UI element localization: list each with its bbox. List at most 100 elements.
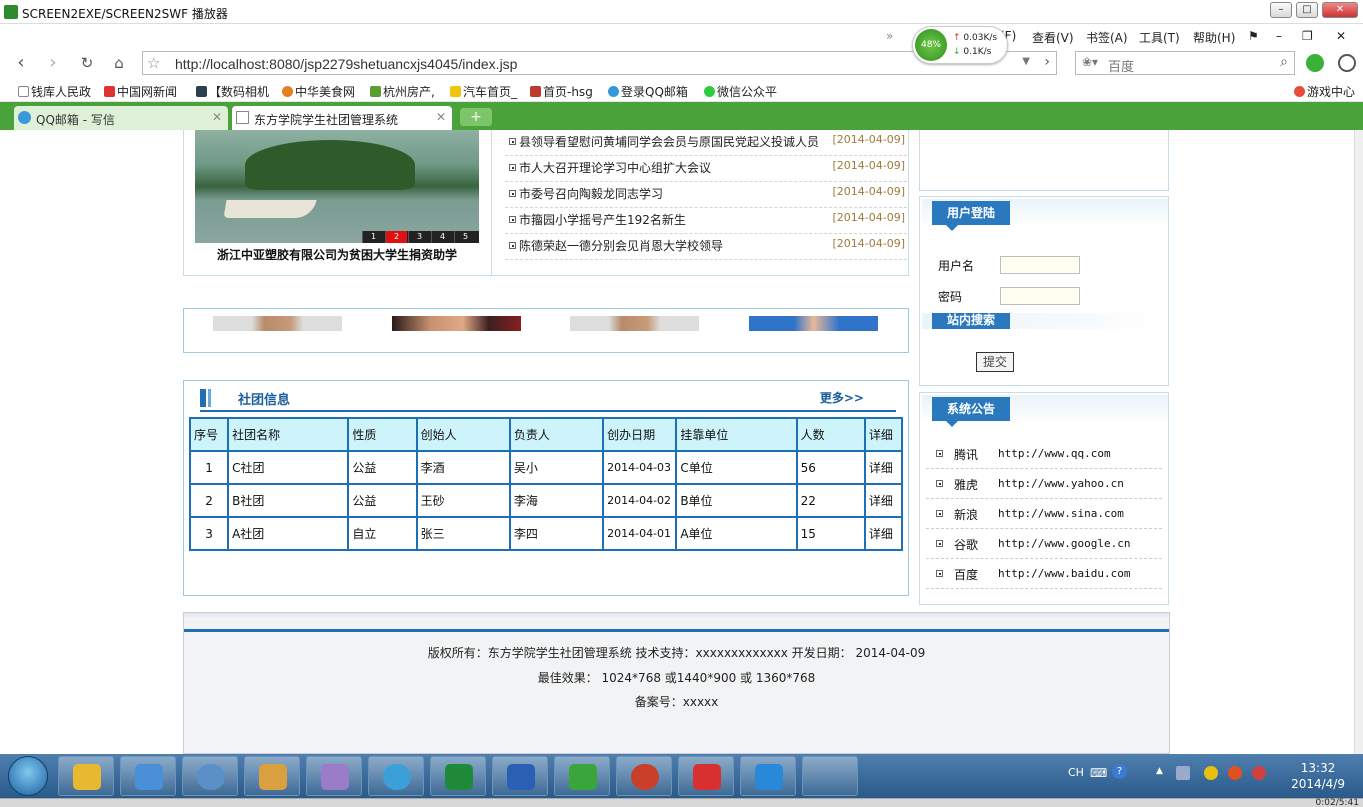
detail-link[interactable]: 详细 — [863, 516, 904, 551]
notice-name[interactable]: 百度 — [954, 566, 978, 583]
go-icon[interactable]: › — [1044, 54, 1050, 70]
taskbar-app[interactable] — [678, 756, 734, 796]
thumbnail-image[interactable] — [213, 316, 342, 331]
news-title[interactable]: 陈德荣赵一德分别会见肖恩大学校领导 — [519, 237, 723, 254]
notice-item[interactable]: 腾讯 http://www.qq.com — [926, 439, 1162, 469]
notice-name[interactable]: 雅虎 — [954, 476, 978, 493]
taskbar-app[interactable] — [58, 756, 114, 796]
dropdown-icon[interactable]: ▼ — [1022, 56, 1030, 67]
notice-item[interactable]: 百度 http://www.baidu.com — [926, 559, 1162, 589]
browser-restore-button[interactable]: ❐ — [1302, 29, 1313, 43]
wechat-icon[interactable] — [1306, 54, 1324, 72]
network-speed-widget[interactable]: 48% ↑ 0.03K/s ↓ 0.1K/s — [912, 26, 1008, 64]
search-icon[interactable]: ⌕ — [1280, 54, 1288, 70]
notice-item[interactable]: 雅虎 http://www.yahoo.cn — [926, 469, 1162, 499]
maximize-button[interactable]: □ — [1296, 2, 1318, 18]
slide-number-active[interactable]: 2 — [385, 231, 407, 243]
taskbar-app[interactable] — [802, 756, 858, 796]
slide-number[interactable]: 5 — [454, 231, 476, 243]
bookmark-item[interactable]: 登录QQ邮箱 — [608, 83, 688, 100]
browser-close-button[interactable]: ✕ — [1336, 29, 1346, 43]
url-text[interactable]: http://localhost:8080/jsp2279shetuancxjs… — [175, 56, 517, 72]
news-title[interactable]: 县领导看望慰问黄埔同学会会员与原国民党起义投诚人员 — [519, 133, 819, 150]
home-icon[interactable]: ⌂ — [108, 53, 130, 73]
slideshow-caption[interactable]: 浙江中亚塑胶有限公司为贫困大学生捐资助学 — [195, 246, 479, 263]
taskbar-app[interactable] — [430, 756, 486, 796]
news-item[interactable]: 县领导看望慰问黄埔同学会会员与原国民党起义投诚人员 [2014-04-09] — [505, 130, 907, 156]
refresh-icon[interactable]: ↻ — [76, 53, 98, 73]
help-icon[interactable]: ? — [1112, 764, 1127, 779]
notice-item[interactable]: 新浪 http://www.sina.com — [926, 499, 1162, 529]
menu-bookmarks[interactable]: 书签(A) — [1086, 29, 1128, 46]
show-hidden-icon[interactable]: ▲ — [1156, 766, 1163, 776]
notice-url[interactable]: http://www.baidu.com — [998, 567, 1130, 580]
taskbar-app[interactable] — [120, 756, 176, 796]
news-item[interactable]: 陈德荣赵一德分别会见肖恩大学校领导 [2014-04-09] — [505, 234, 907, 260]
browser-minimize-button[interactable]: – — [1276, 29, 1282, 43]
bookmark-item[interactable]: 中国网新闻 — [104, 83, 177, 100]
system-clock[interactable]: 13:32 2014/4/9 — [1291, 760, 1345, 792]
news-item[interactable]: 市委号召向陶毅龙同志学习 [2014-04-09] — [505, 182, 907, 208]
taskbar-app[interactable] — [492, 756, 548, 796]
taskbar-app[interactable] — [244, 756, 300, 796]
notice-name[interactable]: 腾讯 — [954, 446, 978, 463]
thumbnail-image[interactable] — [570, 316, 699, 331]
new-tab-button[interactable]: + — [460, 108, 492, 126]
news-title[interactable]: 市籀园小学摇号产生192名新生 — [519, 211, 686, 228]
shirt-icon[interactable]: ⚑ — [1248, 29, 1259, 43]
news-title[interactable]: 市委号召向陶毅龙同志学习 — [519, 185, 663, 202]
bookmark-item[interactable]: 中华美食网 — [282, 83, 355, 100]
notice-url[interactable]: http://www.yahoo.cn — [998, 477, 1124, 490]
bookmark-item[interactable]: 杭州房产, — [370, 83, 435, 100]
news-item[interactable]: 市人大召开理论学习中心组扩大会议 [2014-04-09] — [505, 156, 907, 182]
start-button[interactable] — [8, 756, 48, 796]
taskbar-app[interactable] — [616, 756, 672, 796]
search-box[interactable]: ❀▾ 百度 ⌕ — [1075, 51, 1295, 75]
bookmark-item[interactable]: 【数码相机 — [196, 83, 269, 100]
username-input[interactable] — [1000, 256, 1080, 274]
bookmark-item[interactable]: 首页-hsg — [530, 83, 593, 100]
notice-url[interactable]: http://www.qq.com — [998, 447, 1111, 460]
overflow-chevron-icon[interactable]: » — [886, 29, 893, 43]
tab-qq-mail[interactable]: QQ邮箱 - 写信 ✕ — [14, 106, 228, 130]
download-icon[interactable] — [1338, 54, 1356, 72]
bookmark-item[interactable]: 游戏中心 — [1294, 83, 1355, 100]
notice-name[interactable]: 新浪 — [954, 506, 978, 523]
slide-number[interactable]: 1 — [362, 231, 384, 243]
tray-app-icon[interactable] — [1204, 766, 1218, 780]
minimize-button[interactable]: – — [1270, 2, 1292, 18]
taskbar-app[interactable] — [740, 756, 796, 796]
detail-link[interactable]: 详细 — [863, 450, 904, 485]
notice-item[interactable]: 谷歌 http://www.google.cn — [926, 529, 1162, 559]
menu-view[interactable]: 查看(V) — [1032, 29, 1074, 46]
more-link[interactable]: 更多>> — [820, 389, 864, 406]
slide-number[interactable]: 3 — [408, 231, 430, 243]
menu-tools[interactable]: 工具(T) — [1139, 29, 1180, 46]
password-input[interactable] — [1000, 287, 1080, 305]
taskbar-app[interactable] — [368, 756, 424, 796]
bookmark-item[interactable]: 微信公众平 — [704, 83, 777, 100]
tray-app-icon[interactable] — [1176, 766, 1190, 780]
qq-icon[interactable] — [1228, 766, 1242, 780]
language-indicator[interactable]: CH — [1068, 766, 1084, 779]
submit-button[interactable]: 提交 — [976, 352, 1014, 372]
news-item[interactable]: 市籀园小学摇号产生192名新生 [2014-04-09] — [505, 208, 907, 234]
notice-url[interactable]: http://www.google.cn — [998, 537, 1130, 550]
star-icon[interactable]: ☆ — [147, 54, 160, 72]
bookmark-item[interactable]: 钱库人民政 — [18, 83, 91, 100]
detail-link[interactable]: 详细 — [863, 483, 904, 518]
menu-help[interactable]: 帮助(H) — [1193, 29, 1235, 46]
notice-url[interactable]: http://www.sina.com — [998, 507, 1124, 520]
notice-name[interactable]: 谷歌 — [954, 536, 978, 553]
taskbar-app[interactable] — [182, 756, 238, 796]
slide-number[interactable]: 4 — [431, 231, 453, 243]
close-button[interactable]: ✕ — [1322, 2, 1358, 18]
close-tab-icon[interactable]: ✕ — [212, 110, 222, 124]
taskbar-app[interactable] — [306, 756, 362, 796]
keyboard-icon[interactable]: ⌨ — [1090, 766, 1107, 780]
taskbar-app[interactable] — [554, 756, 610, 796]
thumbnail-image[interactable] — [392, 316, 521, 331]
tab-club-system[interactable]: 东方学院学生社团管理系统 ✕ — [232, 106, 452, 130]
close-tab-icon[interactable]: ✕ — [436, 110, 446, 124]
slideshow-image[interactable] — [195, 130, 479, 243]
